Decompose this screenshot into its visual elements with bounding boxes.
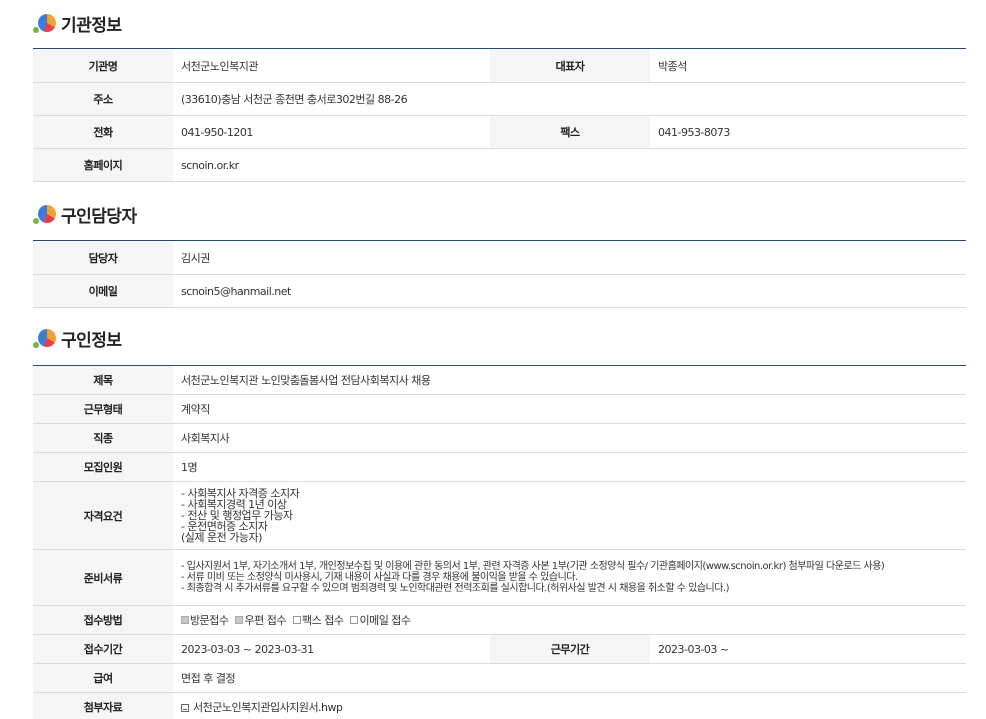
employment-type-label: 근무형태	[33, 394, 173, 424]
agency-info-table: 기관명 서천군노인복지관 대표자 박종석 주소 (33610)충남 서천군 종천…	[33, 48, 966, 182]
homepage-label: 홈페이지	[33, 148, 173, 182]
qualification-item: - 사회복지경력 1년 이상	[181, 498, 287, 511]
table-row: 자격요건 - 사회복지사 자격증 소지자 - 사회복지경력 1년 이상 - 전산…	[33, 481, 967, 550]
contact-info-table: 담당자 김시권 이메일 scnoin5@hanmail.net	[33, 240, 966, 308]
table-row: 전화 041-950-1201 팩스 041-953-8073	[33, 115, 966, 149]
job-section-title: 구인정보	[61, 330, 122, 351]
agency-name-label: 기관명	[33, 48, 173, 83]
table-row: 근무형태 계약직	[33, 394, 967, 424]
fax-value: 041-953-8073	[650, 115, 966, 149]
work-period-label: 근무기간	[490, 634, 650, 664]
table-row: 직종 사회복지사	[33, 423, 967, 453]
method-fax-checkbox: 팩스 접수	[292, 612, 344, 628]
table-row: 주소 (33610)충남 서천군 종천면 충서로302번길 88-26	[33, 82, 966, 116]
file-icon	[181, 704, 189, 712]
subject-value: 서천군노인복지관 노인맞춤돌봄사업 전담사회복지사 채용	[173, 365, 967, 395]
fax-label: 팩스	[490, 115, 650, 149]
employment-type-value: 계약직	[173, 394, 967, 424]
table-row: 준비서류 - 입사지원서 1부, 자기소개서 1부, 개인정보수집 및 이용에 …	[33, 549, 967, 606]
attachment-link[interactable]: 서천군노인복지관입사지원서.hwp	[193, 701, 343, 714]
agency-section-title: 기관정보	[61, 15, 122, 36]
document-item: - 서류 미비 또는 소정양식 미사용시, 기재 내용이 사실과 다를 경우 채…	[181, 572, 578, 583]
subject-label: 제목	[33, 365, 173, 395]
method-mail-checkbox: 우편 접수	[235, 612, 286, 628]
qualification-label: 자격요건	[33, 481, 173, 550]
work-period-value: 2023-03-03 ~	[650, 634, 967, 664]
method-email-checkbox: 이메일 접수	[350, 612, 411, 628]
table-row: 모집인원 1명	[33, 452, 967, 482]
salary-label: 급여	[33, 663, 173, 693]
occupation-label: 직종	[33, 423, 173, 453]
email-value: scnoin5@hanmail.net	[173, 274, 966, 308]
homepage-value: scnoin.or.kr	[173, 148, 966, 182]
table-row: 홈페이지 scnoin.or.kr	[33, 148, 966, 182]
agency-name-value: 서천군노인복지관	[173, 48, 490, 83]
occupation-value: 사회복지사	[173, 423, 967, 453]
document-item: - 최종합격 시 추가서류를 요구할 수 있으며 범죄경력 및 노인학대관련 전…	[181, 583, 730, 594]
section-logo-icon	[33, 203, 59, 225]
document-item: - 입사지원서 1부, 자기소개서 1부, 개인정보수집 및 이용에 관한 동의…	[181, 561, 885, 572]
contact-section-title: 구인담당자	[61, 206, 137, 227]
address-value: (33610)충남 서천군 종천면 충서로302번길 88-26	[173, 82, 966, 116]
phone-value: 041-950-1201	[173, 115, 490, 149]
table-row: 급여 면접 후 결정	[33, 663, 967, 693]
attachment-cell: 서천군노인복지관입사지원서.hwp	[173, 692, 967, 719]
documents-label: 준비서류	[33, 549, 173, 606]
qualification-item: - 운전면허증 소지자	[181, 520, 268, 533]
headcount-label: 모집인원	[33, 452, 173, 482]
ceo-value: 박종석	[650, 48, 966, 83]
qualification-list: - 사회복지사 자격증 소지자 - 사회복지경력 1년 이상 - 전산 및 행정…	[173, 481, 967, 550]
method-label: 접수방법	[33, 605, 173, 635]
table-row: 접수방법 방문접수 우편 접수 팩스 접수 이메일 접수	[33, 605, 967, 635]
period-label: 접수기간	[33, 634, 173, 664]
job-info-table: 제목 서천군노인복지관 노인맞춤돌봄사업 전담사회복지사 채용 근무형태 계약직…	[33, 365, 967, 719]
table-row: 기관명 서천군노인복지관 대표자 박종석	[33, 48, 966, 83]
table-row: 제목 서천군노인복지관 노인맞춤돌봄사업 전담사회복지사 채용	[33, 365, 967, 395]
phone-label: 전화	[33, 115, 173, 149]
contact-section-header: 구인담당자	[33, 199, 137, 229]
attachment-label: 첨부자료	[33, 692, 173, 719]
section-logo-icon	[33, 12, 59, 34]
qualification-item: - 전산 및 행정업무 가능자	[181, 509, 293, 522]
table-row: 첨부자료 서천군노인복지관입사지원서.hwp	[33, 692, 967, 719]
qualification-item: - 사회복지사 자격증 소지자	[181, 487, 300, 500]
table-row: 접수기간 2023-03-03 ~ 2023-03-31 근무기간 2023-0…	[33, 634, 967, 664]
method-options: 방문접수 우편 접수 팩스 접수 이메일 접수	[173, 605, 967, 635]
table-row: 담당자 김시권	[33, 240, 966, 275]
headcount-value: 1명	[173, 452, 967, 482]
method-visit-checkbox: 방문접수	[181, 612, 229, 628]
qualification-item: (실제 운전 가능자)	[181, 531, 262, 544]
documents-list: - 입사지원서 1부, 자기소개서 1부, 개인정보수집 및 이용에 관한 동의…	[173, 549, 967, 606]
period-value: 2023-03-03 ~ 2023-03-31	[173, 634, 490, 664]
job-section-header: 구인정보	[33, 323, 122, 353]
manager-value: 김시권	[173, 240, 966, 275]
manager-label: 담당자	[33, 240, 173, 275]
table-row: 이메일 scnoin5@hanmail.net	[33, 274, 966, 308]
section-logo-icon	[33, 327, 59, 349]
salary-value: 면접 후 결정	[173, 663, 967, 693]
ceo-label: 대표자	[490, 48, 650, 83]
address-label: 주소	[33, 82, 173, 116]
agency-section-header: 기관정보	[33, 8, 122, 38]
email-label: 이메일	[33, 274, 173, 308]
